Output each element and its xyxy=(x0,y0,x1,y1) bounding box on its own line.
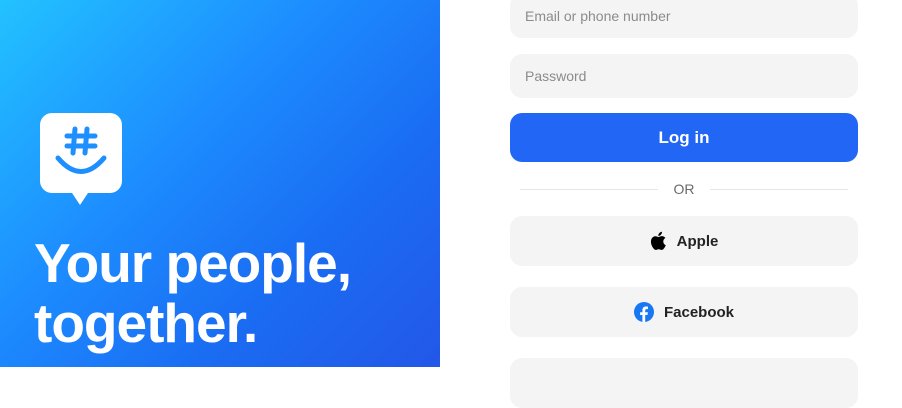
login-form: Log in OR Apple Facebook xyxy=(510,0,858,408)
groupme-logo-icon xyxy=(40,113,122,205)
facebook-icon xyxy=(633,302,654,322)
apple-login-label: Apple xyxy=(676,232,719,250)
email-field[interactable] xyxy=(510,0,858,38)
hero-tagline-line-2: together. xyxy=(34,292,258,354)
apple-login-button[interactable]: Apple xyxy=(510,216,858,266)
login-button[interactable]: Log in xyxy=(510,113,858,162)
additional-login-button[interactable] xyxy=(510,358,858,408)
facebook-login-label: Facebook xyxy=(663,303,735,321)
hero-tagline: Your people, together. xyxy=(34,232,352,354)
password-field[interactable] xyxy=(510,54,858,98)
facebook-login-button[interactable]: Facebook xyxy=(510,287,858,337)
divider-line-right xyxy=(710,189,848,190)
or-divider: OR xyxy=(520,180,848,198)
hero-tagline-line-1: Your people, xyxy=(34,232,352,294)
hero-panel: Your people, together. xyxy=(0,0,440,367)
apple-icon xyxy=(650,231,666,250)
